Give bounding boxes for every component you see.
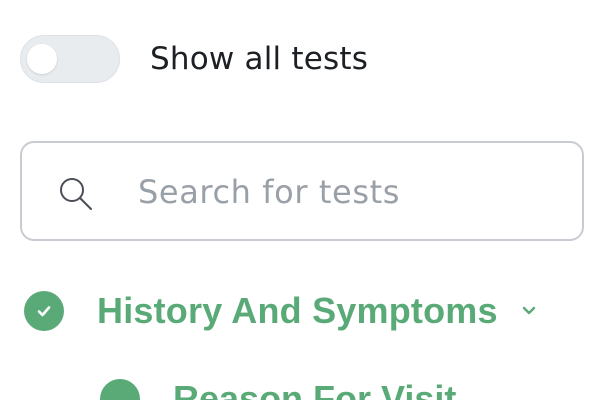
test-list-panel: Show all tests History And Symptoms Reas… xyxy=(0,0,600,400)
toggle-knob xyxy=(27,44,57,74)
show-all-tests-toggle-row: Show all tests xyxy=(20,35,368,83)
search-input[interactable] xyxy=(138,167,568,217)
section-item-title[interactable]: Reason For Visit xyxy=(173,378,456,400)
complete-check-icon xyxy=(24,291,64,331)
section-history-and-symptoms[interactable]: History And Symptoms xyxy=(24,290,584,332)
checkmark-icon xyxy=(37,306,51,317)
show-all-tests-toggle[interactable] xyxy=(20,35,120,83)
show-all-tests-label[interactable]: Show all tests xyxy=(150,41,368,77)
search-box[interactable] xyxy=(20,141,584,241)
section-title[interactable]: History And Symptoms xyxy=(97,290,498,332)
search-icon xyxy=(60,178,92,210)
complete-check-icon xyxy=(100,379,140,400)
section-item-reason-for-visit[interactable]: Reason For Visit xyxy=(100,378,456,400)
chevron-down-icon[interactable] xyxy=(518,300,540,322)
